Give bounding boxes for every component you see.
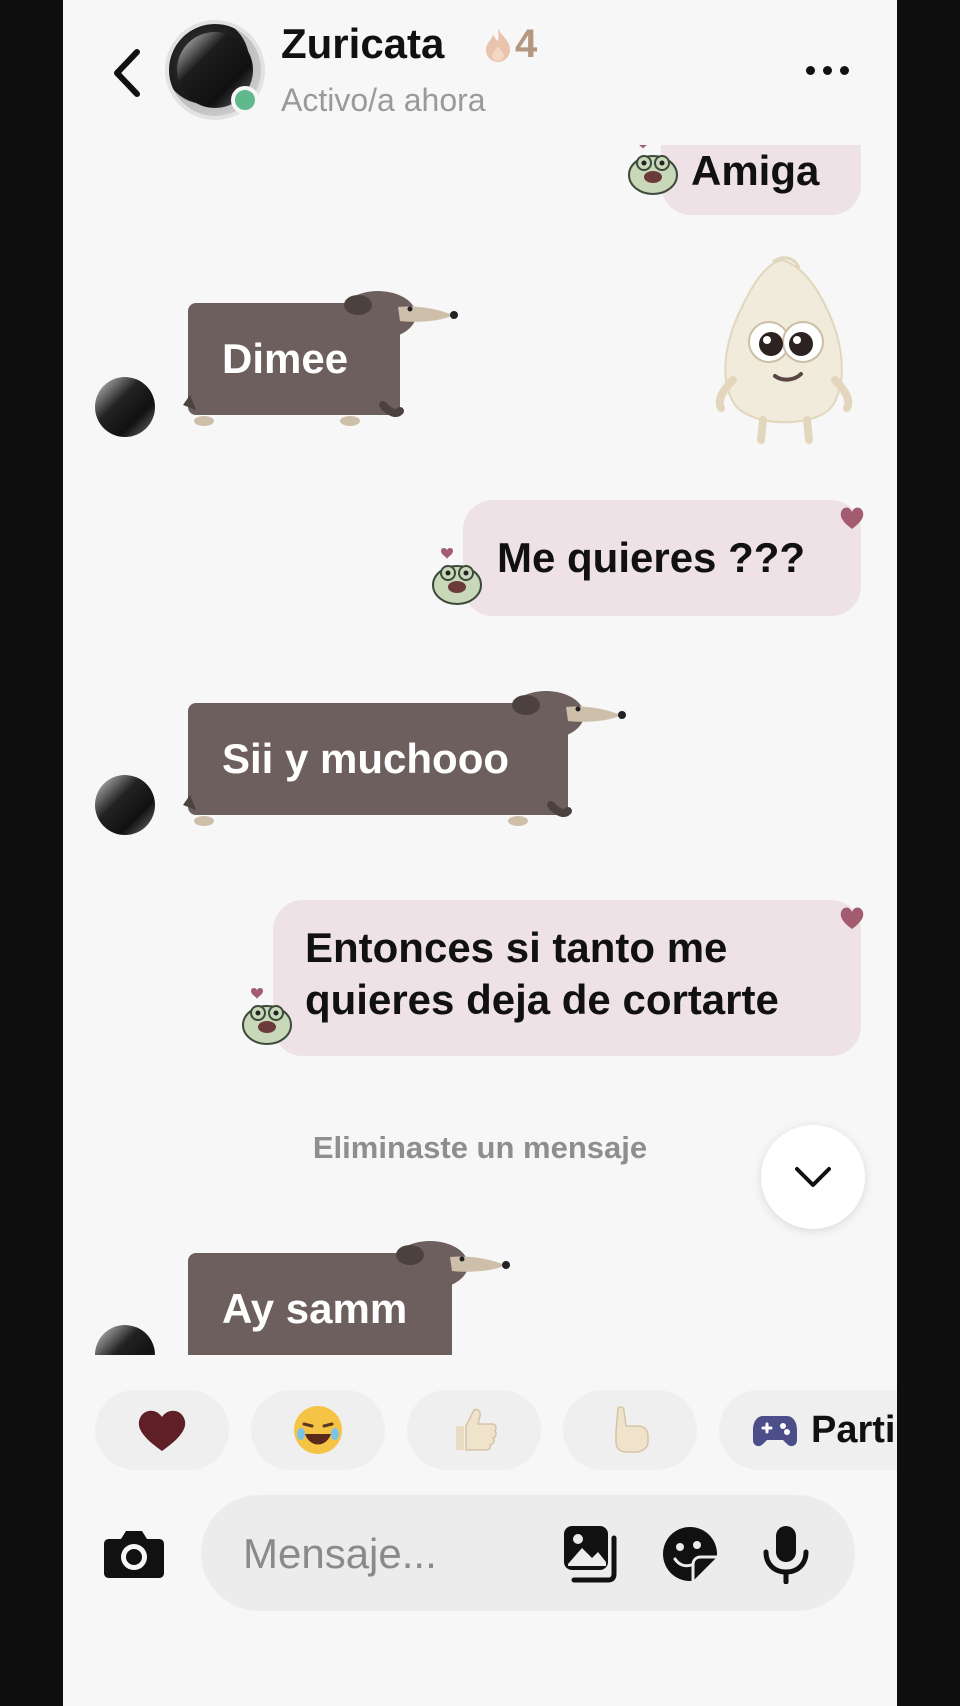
message-incoming[interactable]: Ay samm [178, 1235, 558, 1355]
frog-sticker-icon [432, 548, 482, 605]
contact-name[interactable]: Zuricata [281, 20, 444, 68]
streak-badge: 4 [483, 22, 537, 67]
message-text: Amiga [691, 147, 820, 194]
dot-icon [839, 65, 849, 75]
message-list[interactable]: Amiga Dimee Me quieres ??? Sii y muchooo… [63, 145, 897, 1355]
thumbs-up-icon [456, 1408, 497, 1451]
quick-reaction-bar: Parti [63, 1385, 897, 1475]
contact-status: Activo/a ahora [281, 82, 486, 118]
contact-avatar[interactable] [165, 20, 265, 120]
message-text-line: quieres deja de cortarte [305, 976, 779, 1023]
message-text: Dimee [222, 335, 349, 382]
laughing-face-icon [294, 1406, 342, 1454]
message-outgoing[interactable]: Me quieres ??? [463, 500, 861, 616]
message-incoming[interactable]: Dimee [178, 285, 498, 435]
quick-pointer-button[interactable] [563, 1390, 697, 1470]
dot-icon [805, 65, 815, 75]
voice-button[interactable] [755, 1523, 817, 1585]
gallery-button[interactable] [561, 1523, 623, 1585]
message-text: Me quieres ??? [497, 534, 806, 581]
quick-heart-button[interactable] [95, 1390, 229, 1470]
sticker-face-icon [663, 1527, 717, 1581]
chat-screen: Zuricata 4 Activo/a ahora Amiga Dimee Me… [63, 0, 897, 1706]
sender-avatar[interactable] [95, 775, 155, 835]
sender-avatar[interactable] [95, 377, 155, 437]
image-gallery-icon [564, 1526, 617, 1583]
chevron-down-icon [795, 1167, 831, 1187]
frog-sticker-icon [242, 988, 292, 1045]
message-text: Sii y muchooo [222, 735, 510, 782]
message-input-box [201, 1495, 855, 1611]
sender-avatar[interactable] [95, 1325, 155, 1355]
quick-game-button[interactable]: Parti [719, 1390, 897, 1470]
camera-icon [104, 1531, 164, 1578]
dot-icon [822, 65, 832, 75]
pointing-hand-icon [615, 1406, 649, 1453]
streak-count: 4 [515, 22, 538, 66]
quick-laugh-button[interactable] [251, 1390, 385, 1470]
heart-reaction-icon [840, 507, 864, 529]
game-label: Parti [811, 1408, 896, 1451]
more-options-button[interactable] [797, 55, 857, 85]
microphone-icon [763, 1526, 809, 1584]
frog-sticker-icon [628, 145, 678, 195]
sticker-button[interactable] [659, 1523, 721, 1585]
message-incoming[interactable]: Sii y muchooo [178, 685, 668, 835]
scroll-to-bottom-button[interactable] [761, 1125, 865, 1229]
flame-icon [486, 27, 510, 62]
heart-icon [138, 1410, 186, 1451]
back-button[interactable] [101, 45, 151, 101]
quick-thumbs-up-button[interactable] [407, 1390, 541, 1470]
chat-header: Zuricata 4 Activo/a ahora [63, 0, 897, 145]
chevron-left-icon [114, 49, 140, 97]
online-indicator [231, 86, 259, 114]
game-controller-icon [753, 1416, 797, 1447]
message-text: Ay samm [222, 1285, 408, 1332]
message-outgoing[interactable]: Amiga [661, 145, 861, 215]
heart-reaction-icon [840, 907, 864, 929]
message-outgoing[interactable]: Entonces si tanto me quieres deja de cor… [273, 900, 861, 1056]
message-input[interactable] [241, 1523, 545, 1585]
message-text-line: Entonces si tanto me [305, 924, 728, 971]
camera-button[interactable] [101, 1520, 167, 1586]
potato-sticker-icon[interactable] [703, 250, 863, 450]
